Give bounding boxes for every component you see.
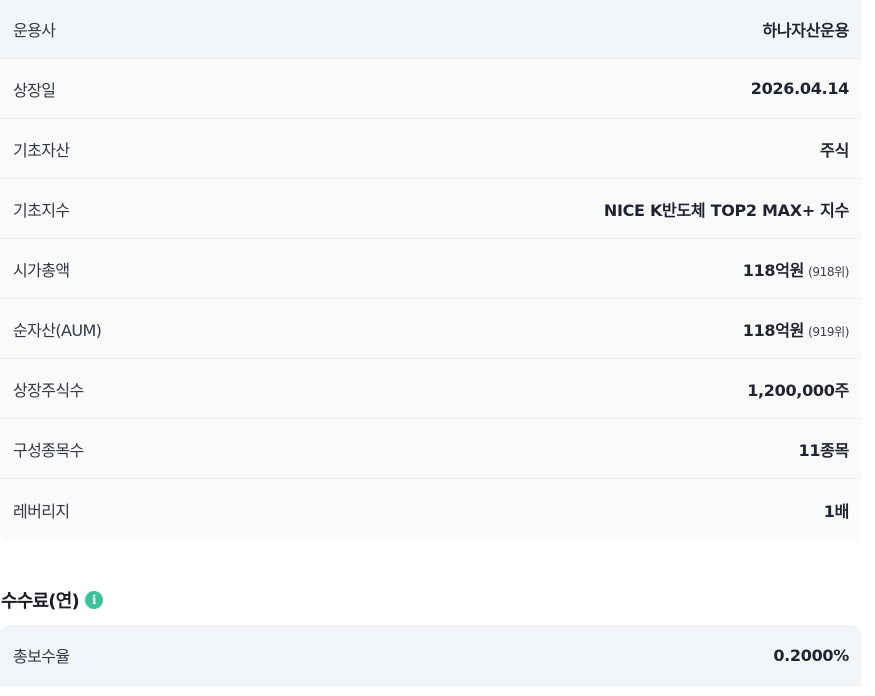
info-value: 118억원 (919위) bbox=[742, 317, 850, 341]
info-label: 순자산(AUM) bbox=[13, 320, 102, 340]
fee-value: 0.2000% bbox=[773, 645, 849, 665]
etf-detail-panel: 운용사 하나자산운용 상장일 2026.04.14 기초자산 주식 기초지수 N… bbox=[0, 0, 861, 686]
info-row-underlying-index: 기초지수 NICE K반도체 TOP2 MAX+ 지수 bbox=[0, 179, 861, 239]
info-row-listing-date: 상장일 2026.04.14 bbox=[0, 59, 861, 119]
info-row-holdings-count: 구성종목수 11종목 bbox=[0, 419, 861, 479]
aum-value: 118억원 bbox=[742, 320, 805, 340]
fee-row-total-expense: 총보수율 0.2000% bbox=[0, 625, 861, 686]
info-value: 118억원 (918위) bbox=[742, 257, 850, 281]
info-value: 2026.04.14 bbox=[750, 79, 850, 98]
info-row-underlying-asset: 기초자산 주식 bbox=[0, 119, 861, 179]
info-row-listed-shares: 상장주식수 1,200,000주 bbox=[0, 359, 861, 419]
info-row-leverage: 레버리지 1배 bbox=[0, 479, 861, 541]
info-label: 운용사 bbox=[13, 21, 56, 40]
info-label: 기초자산 bbox=[13, 140, 70, 160]
info-value: 1배 bbox=[823, 502, 850, 521]
market-cap-value: 118억원 bbox=[742, 260, 805, 280]
fee-label: 총보수율 bbox=[13, 647, 70, 666]
info-label: 상장주식수 bbox=[13, 380, 84, 400]
fees-section-header: 수수료(연) i bbox=[0, 588, 861, 612]
info-label: 상장일 bbox=[13, 80, 56, 100]
info-value: 하나자산운용 bbox=[762, 21, 849, 40]
info-value: 11종목 bbox=[798, 440, 849, 460]
info-row-market-cap: 시가총액 118억원 (918위) bbox=[0, 239, 861, 299]
aum-rank: (919위) bbox=[808, 324, 849, 339]
info-label: 시가총액 bbox=[13, 260, 70, 280]
info-icon[interactable]: i bbox=[84, 591, 103, 609]
info-row-aum: 순자산(AUM) 118억원 (919위) bbox=[0, 299, 861, 359]
info-label: 기초지수 bbox=[13, 200, 70, 220]
info-label: 레버리지 bbox=[13, 502, 70, 521]
info-value: NICE K반도체 TOP2 MAX+ 지수 bbox=[603, 200, 849, 220]
market-cap-rank: (918위) bbox=[808, 264, 849, 279]
fees-table: 총보수율 0.2000% bbox=[0, 625, 861, 686]
info-value: 주식 bbox=[820, 140, 849, 160]
info-value: 1,200,000주 bbox=[747, 380, 849, 400]
etf-info-table: 운용사 하나자산운용 상장일 2026.04.14 기초자산 주식 기초지수 N… bbox=[0, 0, 861, 541]
info-row-manager: 운용사 하나자산운용 bbox=[0, 0, 861, 59]
fees-title: 수수료(연) bbox=[1, 591, 80, 612]
info-label: 구성종목수 bbox=[13, 440, 84, 460]
